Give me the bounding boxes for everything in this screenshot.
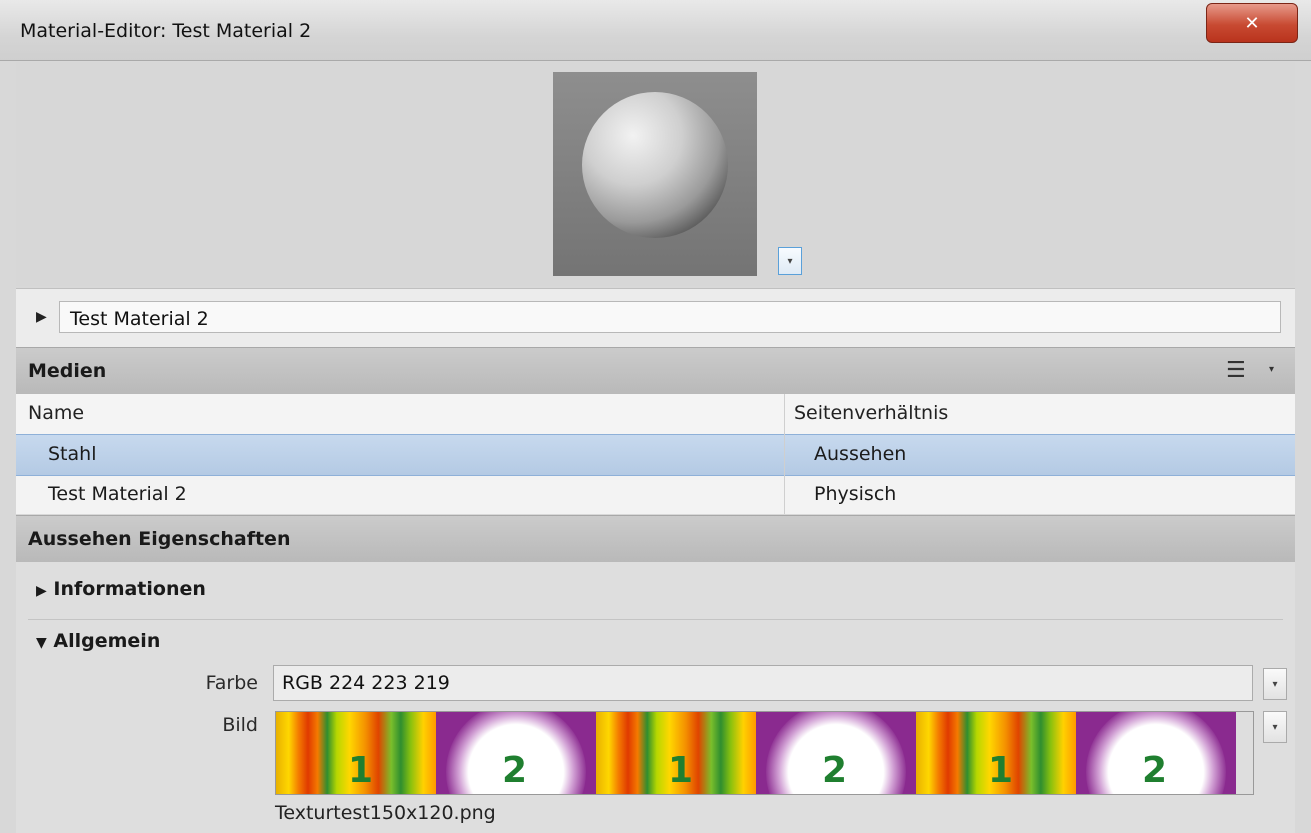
texture-circle: 2 <box>756 712 916 794</box>
preview-dropdown-button[interactable]: ▾ <box>778 247 802 275</box>
expand-icon[interactable]: ▶ <box>36 309 47 325</box>
separator <box>28 619 1283 620</box>
row-name: Stahl <box>48 443 97 465</box>
texture-stripes: 1 <box>276 712 436 794</box>
material-preview-area: ▾ <box>16 62 1295 286</box>
texture-tile: 1 2 <box>916 712 1236 794</box>
group-informationen[interactable]: ▶ Informationen <box>36 578 206 600</box>
material-name-field[interactable]: Test Material 2 <box>59 301 1281 333</box>
appearance-properties: ▶ Informationen ▼ Allgemein Farbe RGB 22… <box>16 562 1295 833</box>
texture-number: 2 <box>822 750 848 791</box>
column-header-ratio[interactable]: Seitenverhältnis <box>794 402 948 424</box>
texture-number: 2 <box>1142 750 1168 791</box>
row-ratio: Aussehen <box>814 443 907 465</box>
image-dropdown-button[interactable]: ▾ <box>1263 711 1287 743</box>
texture-tile: 1 2 <box>596 712 916 794</box>
chevron-down-icon: ▾ <box>787 255 793 267</box>
texture-number: 2 <box>502 750 528 791</box>
texture-stripes: 1 <box>596 712 756 794</box>
list-view-dropdown-icon[interactable]: ▾ <box>1269 364 1274 375</box>
color-label: Farbe <box>205 672 258 694</box>
texture-circle: 2 <box>436 712 596 794</box>
chevron-down-icon: ▾ <box>1272 678 1278 690</box>
media-table: Name Seitenverhältnis Stahl Aussehen Tes… <box>16 394 1295 516</box>
title-bar[interactable]: Material-Editor: Test Material 2 ✕ <box>0 0 1311 61</box>
color-field[interactable]: RGB 224 223 219 <box>273 665 1253 701</box>
row-ratio: Physisch <box>814 483 897 505</box>
row-name: Test Material 2 <box>48 483 187 505</box>
appearance-section-header: Aussehen Eigenschaften <box>16 515 1295 563</box>
table-row[interactable]: Stahl Aussehen <box>16 434 1295 476</box>
group-label: Informationen <box>53 578 206 600</box>
material-preview[interactable] <box>553 72 757 276</box>
close-icon: ✕ <box>1244 12 1260 34</box>
group-allgemein[interactable]: ▼ Allgemein <box>36 630 160 652</box>
image-filename: Texturtest150x120.png <box>275 802 496 824</box>
collapse-icon: ▼ <box>36 635 47 651</box>
texture-number: 1 <box>348 750 374 791</box>
texture-stripes: 1 <box>916 712 1076 794</box>
color-dropdown-button[interactable]: ▾ <box>1263 668 1287 700</box>
table-header: Name Seitenverhältnis <box>16 394 1295 435</box>
chevron-down-icon: ▾ <box>1272 721 1278 733</box>
material-name-row: ▶ Test Material 2 <box>16 288 1295 347</box>
texture-tile: 1 2 <box>276 712 596 794</box>
list-view-icon[interactable]: ☰ <box>1226 358 1246 383</box>
media-section-header: Medien ☰ ▾ <box>16 347 1295 395</box>
texture-circle: 2 <box>1076 712 1236 794</box>
texture-image[interactable]: 1 2 1 2 1 2 <box>275 711 1254 795</box>
texture-number: 1 <box>988 750 1014 791</box>
close-button[interactable]: ✕ <box>1206 3 1298 43</box>
media-section-title: Medien <box>28 360 107 382</box>
window-title: Material-Editor: Test Material 2 <box>20 20 312 42</box>
group-label: Allgemein <box>53 630 161 652</box>
column-divider[interactable] <box>784 394 785 514</box>
expand-icon: ▶ <box>36 583 47 599</box>
material-editor-window: Material-Editor: Test Material 2 ✕ ▾ ▶ T… <box>0 0 1311 833</box>
sphere-preview <box>582 92 728 238</box>
table-row[interactable]: Test Material 2 Physisch <box>16 475 1295 516</box>
texture-number: 1 <box>668 750 694 791</box>
image-label: Bild <box>222 714 258 736</box>
column-header-name[interactable]: Name <box>28 402 84 424</box>
appearance-section-title: Aussehen Eigenschaften <box>28 528 291 550</box>
